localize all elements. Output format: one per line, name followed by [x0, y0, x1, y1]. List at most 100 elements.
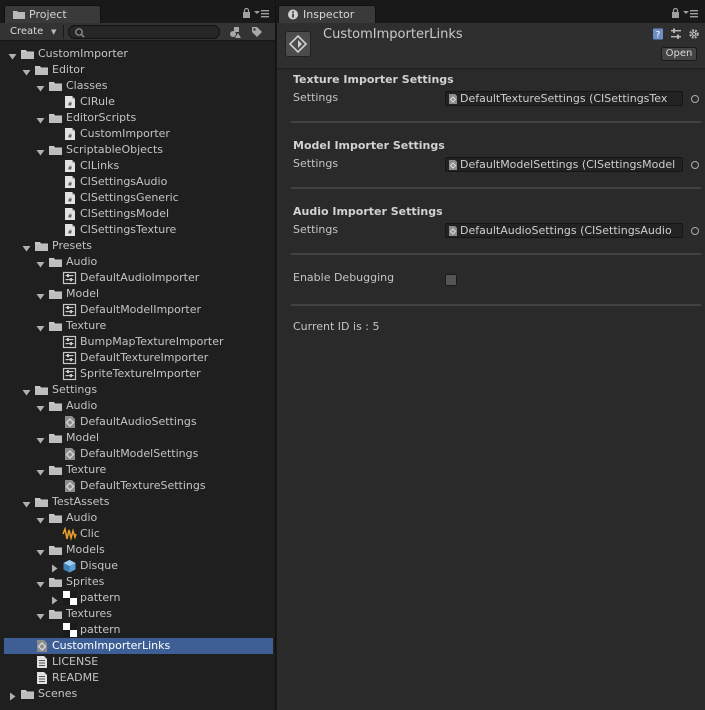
tree-folder-row[interactable]: Texture [4, 318, 273, 334]
collapse-arrow-right-icon[interactable] [50, 594, 59, 605]
expand-arrow-down-icon[interactable] [22, 498, 31, 508]
folder-icon [20, 687, 35, 701]
tree-folder-row[interactable]: Classes [4, 78, 273, 94]
expand-arrow-down-icon[interactable] [22, 242, 31, 252]
tree-asset-row[interactable]: # CustomImporter [4, 126, 273, 142]
preset-icon [62, 271, 77, 285]
folder-icon [48, 111, 63, 125]
tree-asset-row[interactable]: Disque [4, 558, 273, 574]
tree-asset-row[interactable]: DefaultModelImporter [4, 302, 273, 318]
expand-arrow-down-icon[interactable] [36, 114, 45, 124]
tree-asset-row[interactable]: DefaultTextureImporter [4, 350, 273, 366]
tree-folder-row[interactable]: Audio [4, 510, 273, 526]
tree-asset-row[interactable]: BumpMapTextureImporter [4, 334, 273, 350]
expand-arrow-down-icon[interactable] [8, 50, 17, 60]
tree-asset-row[interactable]: LICENSE [4, 654, 273, 670]
help-book-icon[interactable]: ? [652, 28, 664, 40]
expand-arrow-down-icon[interactable] [36, 290, 45, 300]
tree-folder-row[interactable]: Audio [4, 254, 273, 270]
texture-icon [62, 623, 77, 637]
object-picker-icon[interactable] [691, 161, 699, 169]
enable-debugging-checkbox[interactable] [445, 274, 457, 286]
tree-asset-row[interactable]: # CISettingsAudio [4, 174, 273, 190]
presets-slider-icon[interactable] [670, 28, 682, 40]
tree-asset-row[interactable]: # CISettingsTexture [4, 222, 273, 238]
tree-item-label: TestAssets [52, 495, 110, 508]
expand-arrow-down-icon[interactable] [36, 402, 45, 412]
tree-folder-row[interactable]: Sprites [4, 574, 273, 590]
expand-arrow-down-icon[interactable] [36, 610, 45, 620]
tree-asset-row[interactable]: # CILinks [4, 158, 273, 174]
filter-by-type-icon[interactable] [228, 25, 242, 39]
tree-item-label: DefaultModelSettings [80, 447, 199, 460]
search-input[interactable] [68, 25, 220, 39]
filter-by-label-icon[interactable] [250, 25, 264, 39]
expand-arrow-down-icon[interactable] [36, 546, 45, 556]
settings-object-field[interactable]: DefaultAudioSettings (CISettingsAudio [445, 223, 683, 238]
tree-folder-row[interactable]: TestAssets [4, 494, 273, 510]
tree-folder-row[interactable]: CustomImporter [4, 46, 273, 62]
tree-asset-row[interactable]: # CIRule [4, 94, 273, 110]
tree-folder-row[interactable]: Audio [4, 398, 273, 414]
expand-arrow-down-icon[interactable] [36, 258, 45, 268]
tree-folder-row[interactable]: Models [4, 542, 273, 558]
tree-folder-row[interactable]: Model [4, 430, 273, 446]
tree-asset-row[interactable]: README [4, 670, 273, 686]
expand-arrow-down-icon[interactable] [36, 434, 45, 444]
expand-arrow-down-icon[interactable] [36, 322, 45, 332]
tree-folder-row[interactable]: Editor [4, 62, 273, 78]
inspector-menu-icon[interactable] [683, 8, 705, 22]
tree-folder-row[interactable]: Textures [4, 606, 273, 622]
tab-project[interactable]: Project [4, 5, 101, 23]
expand-arrow-down-icon[interactable] [36, 466, 45, 476]
tree-asset-row[interactable]: SpriteTextureImporter [4, 366, 273, 382]
svg-text:?: ? [656, 31, 661, 41]
folder-icon [48, 255, 63, 269]
cs-script-icon: # [62, 175, 77, 189]
open-button[interactable]: Open [661, 47, 697, 61]
tree-asset-row[interactable]: # CISettingsGeneric [4, 190, 273, 206]
expand-arrow-down-icon[interactable] [36, 578, 45, 588]
collapse-arrow-right-icon[interactable] [8, 690, 17, 701]
tree-item-label: Audio [66, 255, 98, 268]
tree-folder-row[interactable]: Model [4, 286, 273, 302]
preset-icon [62, 303, 77, 317]
expand-arrow-down-icon[interactable] [22, 386, 31, 396]
tree-asset-row[interactable]: # CISettingsModel [4, 206, 273, 222]
create-button[interactable]: Create ▼ [4, 25, 64, 39]
collapse-arrow-right-icon[interactable] [50, 562, 59, 573]
tree-asset-row[interactable]: CustomImporterLinks [4, 638, 273, 654]
tree-asset-row[interactable]: DefaultTextureSettings [4, 478, 273, 494]
tree-item-label: Models [66, 543, 105, 556]
tree-asset-row[interactable]: pattern [4, 590, 273, 606]
folder-icon [48, 399, 63, 413]
tree-asset-row[interactable]: DefaultAudioImporter [4, 270, 273, 286]
tree-asset-row[interactable]: Clic [4, 526, 273, 542]
folder-icon [48, 543, 63, 557]
expand-arrow-down-icon[interactable] [36, 514, 45, 524]
section-divider [291, 121, 701, 123]
cs-script-icon: # [62, 95, 77, 109]
tree-asset-row[interactable]: DefaultModelSettings [4, 446, 273, 462]
tree-item-label: Scenes [38, 687, 78, 700]
tree-folder-row[interactable]: Texture [4, 462, 273, 478]
settings-object-field[interactable]: DefaultModelSettings (CISettingsModel [445, 157, 683, 172]
tree-folder-row[interactable]: Settings [4, 382, 273, 398]
panel-menu-icon[interactable] [254, 8, 276, 22]
object-picker-icon[interactable] [691, 95, 699, 103]
tree-folder-row[interactable]: Scenes [4, 686, 273, 702]
expand-arrow-down-icon[interactable] [22, 66, 31, 76]
tree-folder-row[interactable]: ScriptableObjects [4, 142, 273, 158]
tree-asset-row[interactable]: DefaultAudioSettings [4, 414, 273, 430]
expand-arrow-down-icon[interactable] [36, 146, 45, 156]
tree-folder-row[interactable]: Presets [4, 238, 273, 254]
object-picker-icon[interactable] [691, 227, 699, 235]
preset-icon [62, 335, 77, 349]
tree-asset-row[interactable]: pattern [4, 622, 273, 638]
expand-arrow-down-icon[interactable] [36, 82, 45, 92]
search-icon [75, 28, 85, 38]
gear-icon[interactable] [688, 28, 700, 40]
settings-object-field[interactable]: DefaultTextureSettings (CISettingsTex [445, 91, 683, 106]
tab-inspector[interactable]: Inspector [278, 5, 376, 23]
tree-folder-row[interactable]: EditorScripts [4, 110, 273, 126]
